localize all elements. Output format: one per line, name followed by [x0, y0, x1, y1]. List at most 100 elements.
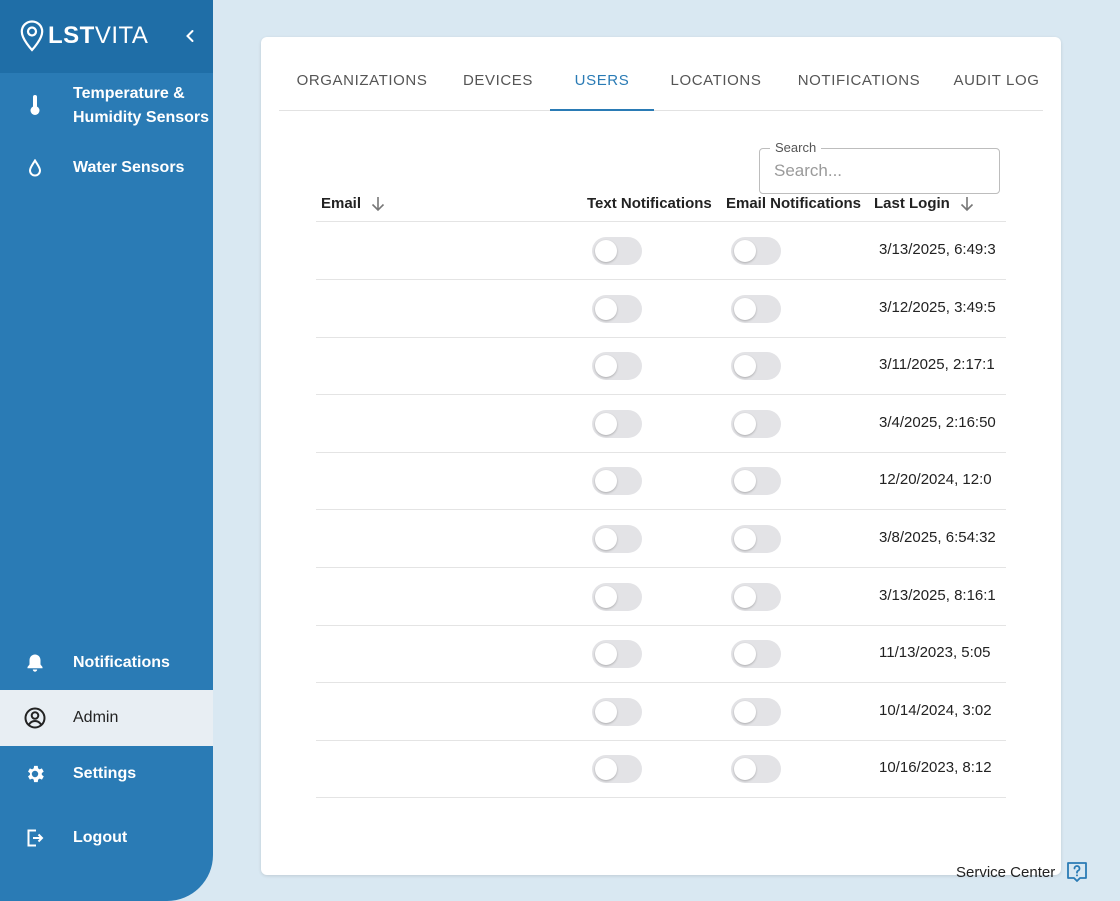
sidebar-item-label: Notifications [73, 654, 170, 671]
table-row[interactable]: 10/16/2023, 8:12 [316, 740, 1006, 799]
help-icon[interactable] [1065, 860, 1089, 884]
toggle-knob [595, 297, 617, 320]
toggle-knob [734, 412, 756, 435]
sidebar-item-notifications[interactable]: Notifications [0, 647, 213, 679]
table-header: Email Text Notifications Email Notificat… [316, 187, 1006, 222]
email-notifications-toggle[interactable] [731, 582, 781, 611]
sidebar-item-label: Temperature & [73, 85, 185, 102]
sidebar-item-logout[interactable]: Logout [0, 822, 213, 854]
email-notifications-toggle[interactable] [731, 755, 781, 784]
text-notifications-toggle[interactable] [592, 525, 642, 553]
toggle-knob [734, 700, 756, 723]
table-row[interactable]: 3/4/2025, 2:16:50 [316, 395, 1006, 453]
tab-users[interactable]: USERS [550, 37, 654, 111]
sidebar-item-label: Humidity Sensors [73, 109, 210, 126]
text-notifications-toggle[interactable] [592, 352, 642, 381]
text-notifications-toggle[interactable] [592, 237, 642, 265]
toggle-knob [734, 585, 756, 608]
email-notifications-toggle[interactable] [731, 697, 781, 726]
water-drop-icon [24, 157, 46, 179]
toggle-knob [595, 528, 617, 550]
email-notifications-toggle[interactable] [731, 467, 781, 496]
tab-audit-log[interactable]: AUDIT LOG [940, 37, 1053, 111]
table-row[interactable]: 3/12/2025, 3:49:5 [316, 280, 1006, 338]
bell-icon [24, 652, 46, 674]
table-row[interactable]: 3/13/2025, 8:16:1 [316, 568, 1006, 626]
sidebar-item-water-sensors[interactable]: Water Sensors [0, 152, 213, 184]
table-row[interactable]: 12/20/2024, 12:0 [316, 452, 1006, 511]
text-notifications-toggle[interactable] [592, 640, 642, 669]
last-login-cell: 3/8/2025, 6:54:32 [879, 529, 996, 546]
sidebar-item-label: Logout [73, 829, 128, 846]
table-row[interactable]: 3/13/2025, 6:49:3 [316, 222, 1006, 280]
last-login-cell: 3/12/2025, 3:49:5 [879, 298, 996, 316]
brand-logo[interactable]: LSTVITA [20, 20, 148, 52]
arrow-down-icon[interactable] [371, 196, 385, 212]
user-circle-icon [24, 707, 46, 729]
last-login-cell: 3/13/2025, 8:16:1 [879, 586, 996, 604]
toggle-knob [595, 585, 617, 608]
text-notifications-toggle[interactable] [592, 467, 642, 496]
tab-locations[interactable]: LOCATIONS [654, 37, 778, 111]
logout-icon [24, 827, 46, 849]
toggle-knob [595, 240, 617, 262]
last-login-cell: 10/14/2024, 3:02 [879, 701, 992, 719]
column-header-label: Email [321, 195, 362, 212]
table-row[interactable]: 11/13/2023, 5:05 [316, 625, 1006, 684]
text-notifications-toggle[interactable] [592, 755, 642, 784]
email-notifications-toggle[interactable] [731, 525, 781, 553]
text-notifications-toggle[interactable] [592, 582, 642, 611]
arrow-down-icon[interactable] [960, 196, 974, 212]
sidebar: LSTVITA Temperature & Humidity Sensors W… [0, 0, 213, 901]
toggle-knob [734, 240, 756, 262]
toggle-knob [734, 528, 756, 550]
location-pin-icon [20, 20, 44, 52]
search-input[interactable] [774, 161, 984, 181]
last-login-cell: 11/13/2023, 5:05 [879, 644, 991, 662]
sidebar-item-label: Water Sensors [73, 159, 185, 176]
last-login-cell: 3/4/2025, 2:16:50 [879, 413, 996, 431]
toggle-knob [734, 297, 756, 320]
column-header-last-login[interactable]: Last Login [874, 195, 974, 212]
toggle-knob [595, 700, 617, 723]
text-notifications-toggle[interactable] [592, 409, 642, 438]
brand-name-light: VITA [94, 22, 149, 49]
last-login-cell: 3/13/2025, 6:49:3 [879, 241, 996, 258]
sidebar-item-label: Settings [73, 765, 137, 782]
email-notifications-toggle[interactable] [731, 409, 781, 438]
collapse-sidebar-button[interactable] [182, 26, 198, 46]
column-header-label: Last Login [874, 195, 950, 212]
column-header-email-notifications: Email Notifications [726, 195, 862, 212]
table-row[interactable]: 3/11/2025, 2:17:1 [316, 337, 1006, 396]
sidebar-item-settings[interactable]: Settings [0, 758, 213, 790]
text-notifications-toggle[interactable] [592, 697, 642, 726]
tab-devices[interactable]: DEVICES [445, 37, 551, 111]
admin-tabs: ORGANIZATIONS DEVICES USERS LOCATIONS NO… [279, 37, 1043, 111]
thermometer-icon [24, 94, 46, 116]
email-notifications-toggle[interactable] [731, 352, 781, 381]
tab-organizations[interactable]: ORGANIZATIONS [279, 37, 445, 111]
search-label: Search [770, 140, 822, 155]
sidebar-item-temperature-humidity[interactable]: Temperature & Humidity Sensors [0, 80, 213, 132]
tab-notifications[interactable]: NOTIFICATIONS [778, 37, 940, 111]
table-row[interactable]: 10/14/2024, 3:02 [316, 683, 1006, 741]
email-notifications-toggle[interactable] [731, 640, 781, 669]
email-notifications-toggle[interactable] [731, 294, 781, 323]
table-row[interactable]: 3/8/2025, 6:54:32 [316, 510, 1006, 568]
admin-card: ORGANIZATIONS DEVICES USERS LOCATIONS NO… [261, 37, 1061, 875]
last-login-cell: 3/11/2025, 2:17:1 [879, 356, 995, 374]
text-notifications-toggle[interactable] [592, 294, 642, 323]
column-header-text-notifications: Text Notifications [587, 195, 712, 212]
brand-bar: LSTVITA [0, 0, 213, 73]
service-center-label: Service Center [956, 863, 1056, 881]
email-notifications-toggle[interactable] [731, 237, 781, 265]
column-header-email[interactable]: Email [321, 195, 385, 212]
gear-icon [24, 763, 46, 785]
service-center-link[interactable]: Service Center [956, 860, 1089, 884]
sidebar-item-label: Admin [73, 709, 119, 726]
toggle-knob [595, 412, 617, 435]
sidebar-item-admin[interactable]: Admin [0, 690, 213, 746]
brand-name-bold: LST [48, 22, 95, 49]
last-login-cell: 10/16/2023, 8:12 [879, 759, 992, 777]
chevron-left-icon [186, 30, 194, 42]
